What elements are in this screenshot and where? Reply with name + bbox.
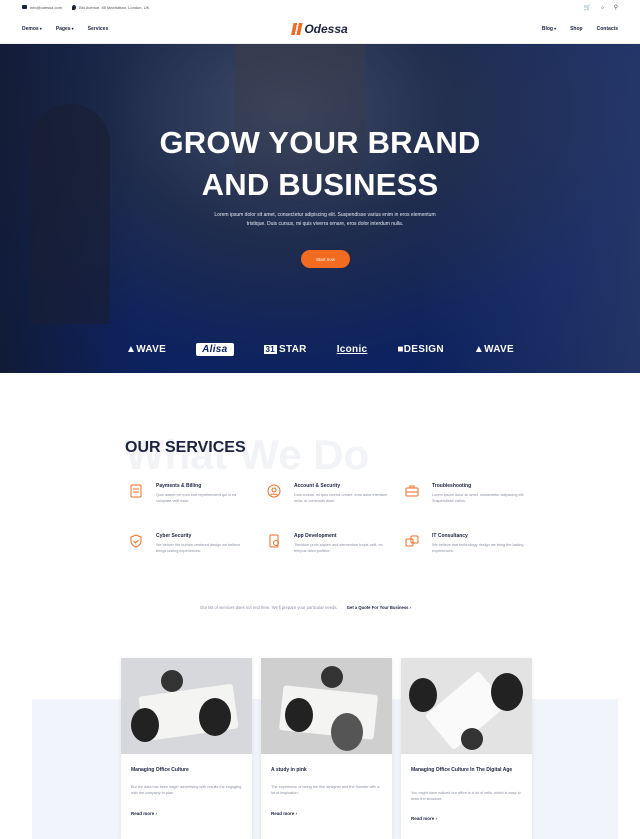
start-now-button[interactable]: Start now bbox=[301, 250, 350, 268]
blog-card-excerpt: But the data has been eager advertising … bbox=[131, 785, 242, 795]
hero-title: GROW YOUR BRAND AND BUSINESS bbox=[159, 125, 481, 202]
brand-logo[interactable]: Odessa bbox=[291, 22, 348, 36]
blog-card[interactable]: Managing Office Culture In The Digital A… bbox=[401, 658, 532, 839]
cart-icon[interactable]: 🛒 bbox=[584, 4, 591, 11]
location-pin-icon bbox=[72, 4, 77, 10]
blog-card[interactable]: A study in pink The experience of being … bbox=[261, 658, 392, 839]
nav-left-menu: Demos Pages Services bbox=[22, 26, 108, 32]
nav-item-shop[interactable]: Shop bbox=[570, 26, 583, 32]
services-section: What We Do OUR SERVICES Payments & Billi… bbox=[0, 373, 640, 658]
read-more-link[interactable]: Read more bbox=[271, 811, 297, 816]
get-quote-link[interactable]: Get a Quote For Your Business › bbox=[347, 605, 411, 610]
nav-item-services[interactable]: Services bbox=[88, 26, 109, 32]
partner-logos: ▲WAVE Alisa 31 STAR Iconic ■DESIGN ▲WAVE bbox=[0, 343, 640, 356]
blog-card-title[interactable]: Managing Office Culture bbox=[131, 767, 243, 774]
blog-card-excerpt: You might have noticed our office is a l… bbox=[411, 791, 521, 801]
toolbox-icon bbox=[404, 483, 420, 499]
main-navigation: Demos Pages Services Odessa Blog Shop Co… bbox=[0, 14, 640, 44]
blog-card-image[interactable] bbox=[121, 658, 252, 754]
hero-text: Lorem ipsum dolor sit amet, consectetur … bbox=[214, 212, 436, 227]
blog-card-image[interactable] bbox=[261, 658, 392, 754]
address-contact: Bld Avenue, 85 Manhattan, London, UK bbox=[72, 4, 149, 10]
nav-right-menu: Blog Shop Contacts bbox=[542, 26, 618, 32]
account-security-icon bbox=[266, 483, 282, 499]
partner-logo-wave-2: ▲WAVE bbox=[473, 344, 514, 355]
nav-item-contacts[interactable]: Contacts bbox=[597, 26, 618, 32]
top-info-bar: info@odessa.com Bld Avenue, 85 Manhattan… bbox=[0, 0, 640, 14]
partner-logo-wave: ▲WAVE bbox=[126, 344, 167, 355]
partner-logo-star: 31 STAR bbox=[263, 344, 307, 355]
quote-callout: Our list of services does not end here. … bbox=[200, 605, 412, 610]
blog-card[interactable]: Managing Office Culture But the data has… bbox=[121, 658, 252, 839]
email-contact[interactable]: info@odessa.com bbox=[22, 5, 62, 10]
read-more-link[interactable]: Read more bbox=[411, 816, 437, 821]
blog-card-title[interactable]: A study in pink bbox=[271, 767, 383, 774]
hero-section: GROW YOUR BRAND AND BUSINESS Lorem ipsum … bbox=[0, 44, 640, 373]
blog-card-excerpt: The experience of being the first design… bbox=[271, 785, 380, 795]
nav-item-pages[interactable]: Pages bbox=[56, 26, 74, 32]
brand-mark-icon bbox=[291, 22, 303, 35]
shield-icon bbox=[128, 533, 144, 549]
services-heading: OUR SERVICES bbox=[125, 439, 246, 456]
blog-section: Managing Office Culture But the data has… bbox=[0, 658, 640, 839]
partner-logo-alisa: Alisa bbox=[196, 343, 234, 356]
search-icon[interactable]: ⚲ bbox=[614, 4, 618, 11]
partner-logo-design: ■DESIGN bbox=[397, 344, 444, 355]
billing-icon bbox=[128, 483, 144, 499]
nav-item-blog[interactable]: Blog bbox=[542, 26, 556, 32]
blog-card-title[interactable]: Managing Office Culture In The Digital A… bbox=[411, 767, 523, 774]
consultancy-icon bbox=[404, 533, 420, 549]
hero-background-glass bbox=[420, 44, 640, 373]
cart-count: 0 bbox=[601, 4, 604, 10]
blog-card-image[interactable] bbox=[401, 658, 532, 754]
partner-logo-iconic: Iconic bbox=[336, 344, 368, 355]
app-development-icon bbox=[266, 533, 282, 549]
nav-item-demos[interactable]: Demos bbox=[22, 26, 42, 32]
read-more-link[interactable]: Read more bbox=[131, 811, 157, 816]
mail-icon bbox=[22, 5, 27, 9]
